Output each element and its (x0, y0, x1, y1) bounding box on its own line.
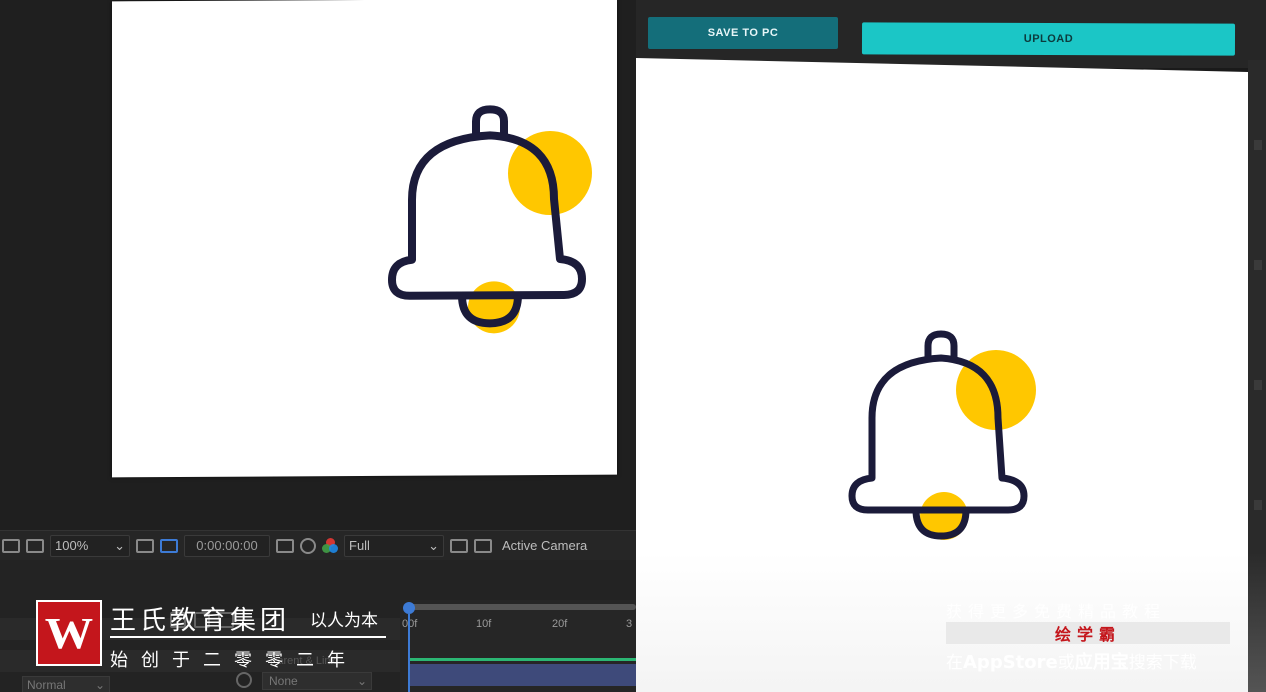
after-effects-workspace: 100% ⌄ 0:00:00:00 Full ⌄ Active Camera N… (0, 0, 636, 692)
rgb-icon[interactable] (322, 537, 338, 554)
blend-mode-value: Normal (27, 678, 66, 692)
time-ruler[interactable]: 00f 10f 20f 3 (400, 600, 636, 692)
tick-label: 3 (626, 618, 633, 630)
chevron-down-icon: ⌄ (114, 537, 125, 553)
zoom-value: 100% (55, 538, 89, 553)
promo-download-line: 在AppStore或应用宝搜索下载 (946, 648, 1197, 674)
time-ticks: 00f 10f 20f 3 (400, 610, 636, 630)
pick-whip-icon[interactable] (236, 672, 252, 688)
blend-mode-select[interactable]: Normal ⌄ (22, 676, 110, 692)
promo-app: 应用宝 (1074, 652, 1129, 673)
snapshot-icon[interactable] (300, 537, 316, 554)
timecode-display[interactable]: 0:00:00:00 (184, 534, 270, 557)
promo-store: AppStore (963, 652, 1058, 673)
bell-icon (848, 330, 1036, 540)
resolution-value: Full (349, 538, 370, 553)
active-camera-select[interactable]: Active Camera (502, 538, 587, 553)
work-area-indicator (410, 658, 636, 661)
tick-label: 10f (476, 618, 492, 630)
watermark-wang-education: W 王氏教育集团 以人为本 始创于二零零二年 (36, 600, 396, 671)
brand-title: 王氏教育集团 (110, 606, 291, 636)
promo-mid: 或 (1057, 653, 1075, 673)
chevron-down-icon: ⌄ (94, 678, 105, 692)
bell-icon (388, 105, 592, 334)
fast-preview-icon[interactable] (450, 538, 468, 553)
zoom-select[interactable]: 100% ⌄ (50, 534, 130, 557)
grid-icon[interactable] (136, 538, 154, 553)
promo-suffix: 搜索下载 (1128, 653, 1197, 673)
tick-label: 20f (552, 618, 568, 630)
mask-icon[interactable] (26, 538, 44, 553)
mockup-panel: SAVE TO PC UPLOAD (636, 0, 1266, 692)
chevron-down-icon: ⌄ (428, 537, 439, 553)
timecode-value: 0:00:00:00 (196, 538, 258, 553)
region-of-interest-icon[interactable] (160, 538, 178, 553)
viewer-toolbar: 100% ⌄ 0:00:00:00 Full ⌄ Active Camera (0, 530, 636, 560)
mockup-header: SAVE TO PC UPLOAD (636, 0, 1266, 68)
monitor-icon[interactable] (2, 538, 20, 553)
brand-slogan: 以人为本 (310, 611, 378, 631)
transparency-grid-icon[interactable] (474, 538, 492, 553)
layer-bar[interactable] (410, 664, 636, 686)
resolution-select[interactable]: Full ⌄ (344, 534, 444, 557)
promo-app-banner: 绘学霸 (946, 622, 1230, 644)
upload-button[interactable]: UPLOAD (861, 22, 1236, 56)
chevron-down-icon: ⌄ (356, 674, 367, 688)
save-to-pc-button[interactable]: SAVE TO PC (648, 17, 838, 49)
watermark-app-promo: 获得更多免费精品教程 绘学霸 在AppStore或应用宝搜索下载 (944, 596, 1234, 674)
brand-subtitle: 始创于二零零二年 (110, 650, 358, 671)
promo-app-name: 绘学霸 (1054, 625, 1121, 644)
parent-select[interactable]: None ⌄ (262, 672, 372, 690)
promo-prefix: 在 (946, 653, 963, 673)
logo-letter: W (44, 608, 94, 658)
brand-logo: W (36, 600, 102, 666)
camera-icon[interactable] (276, 538, 294, 553)
parent-value: None (269, 674, 298, 688)
composition-viewer[interactable] (112, 0, 617, 478)
promo-line: 获得更多免费精品教程 (946, 602, 1167, 621)
divider (110, 636, 386, 638)
